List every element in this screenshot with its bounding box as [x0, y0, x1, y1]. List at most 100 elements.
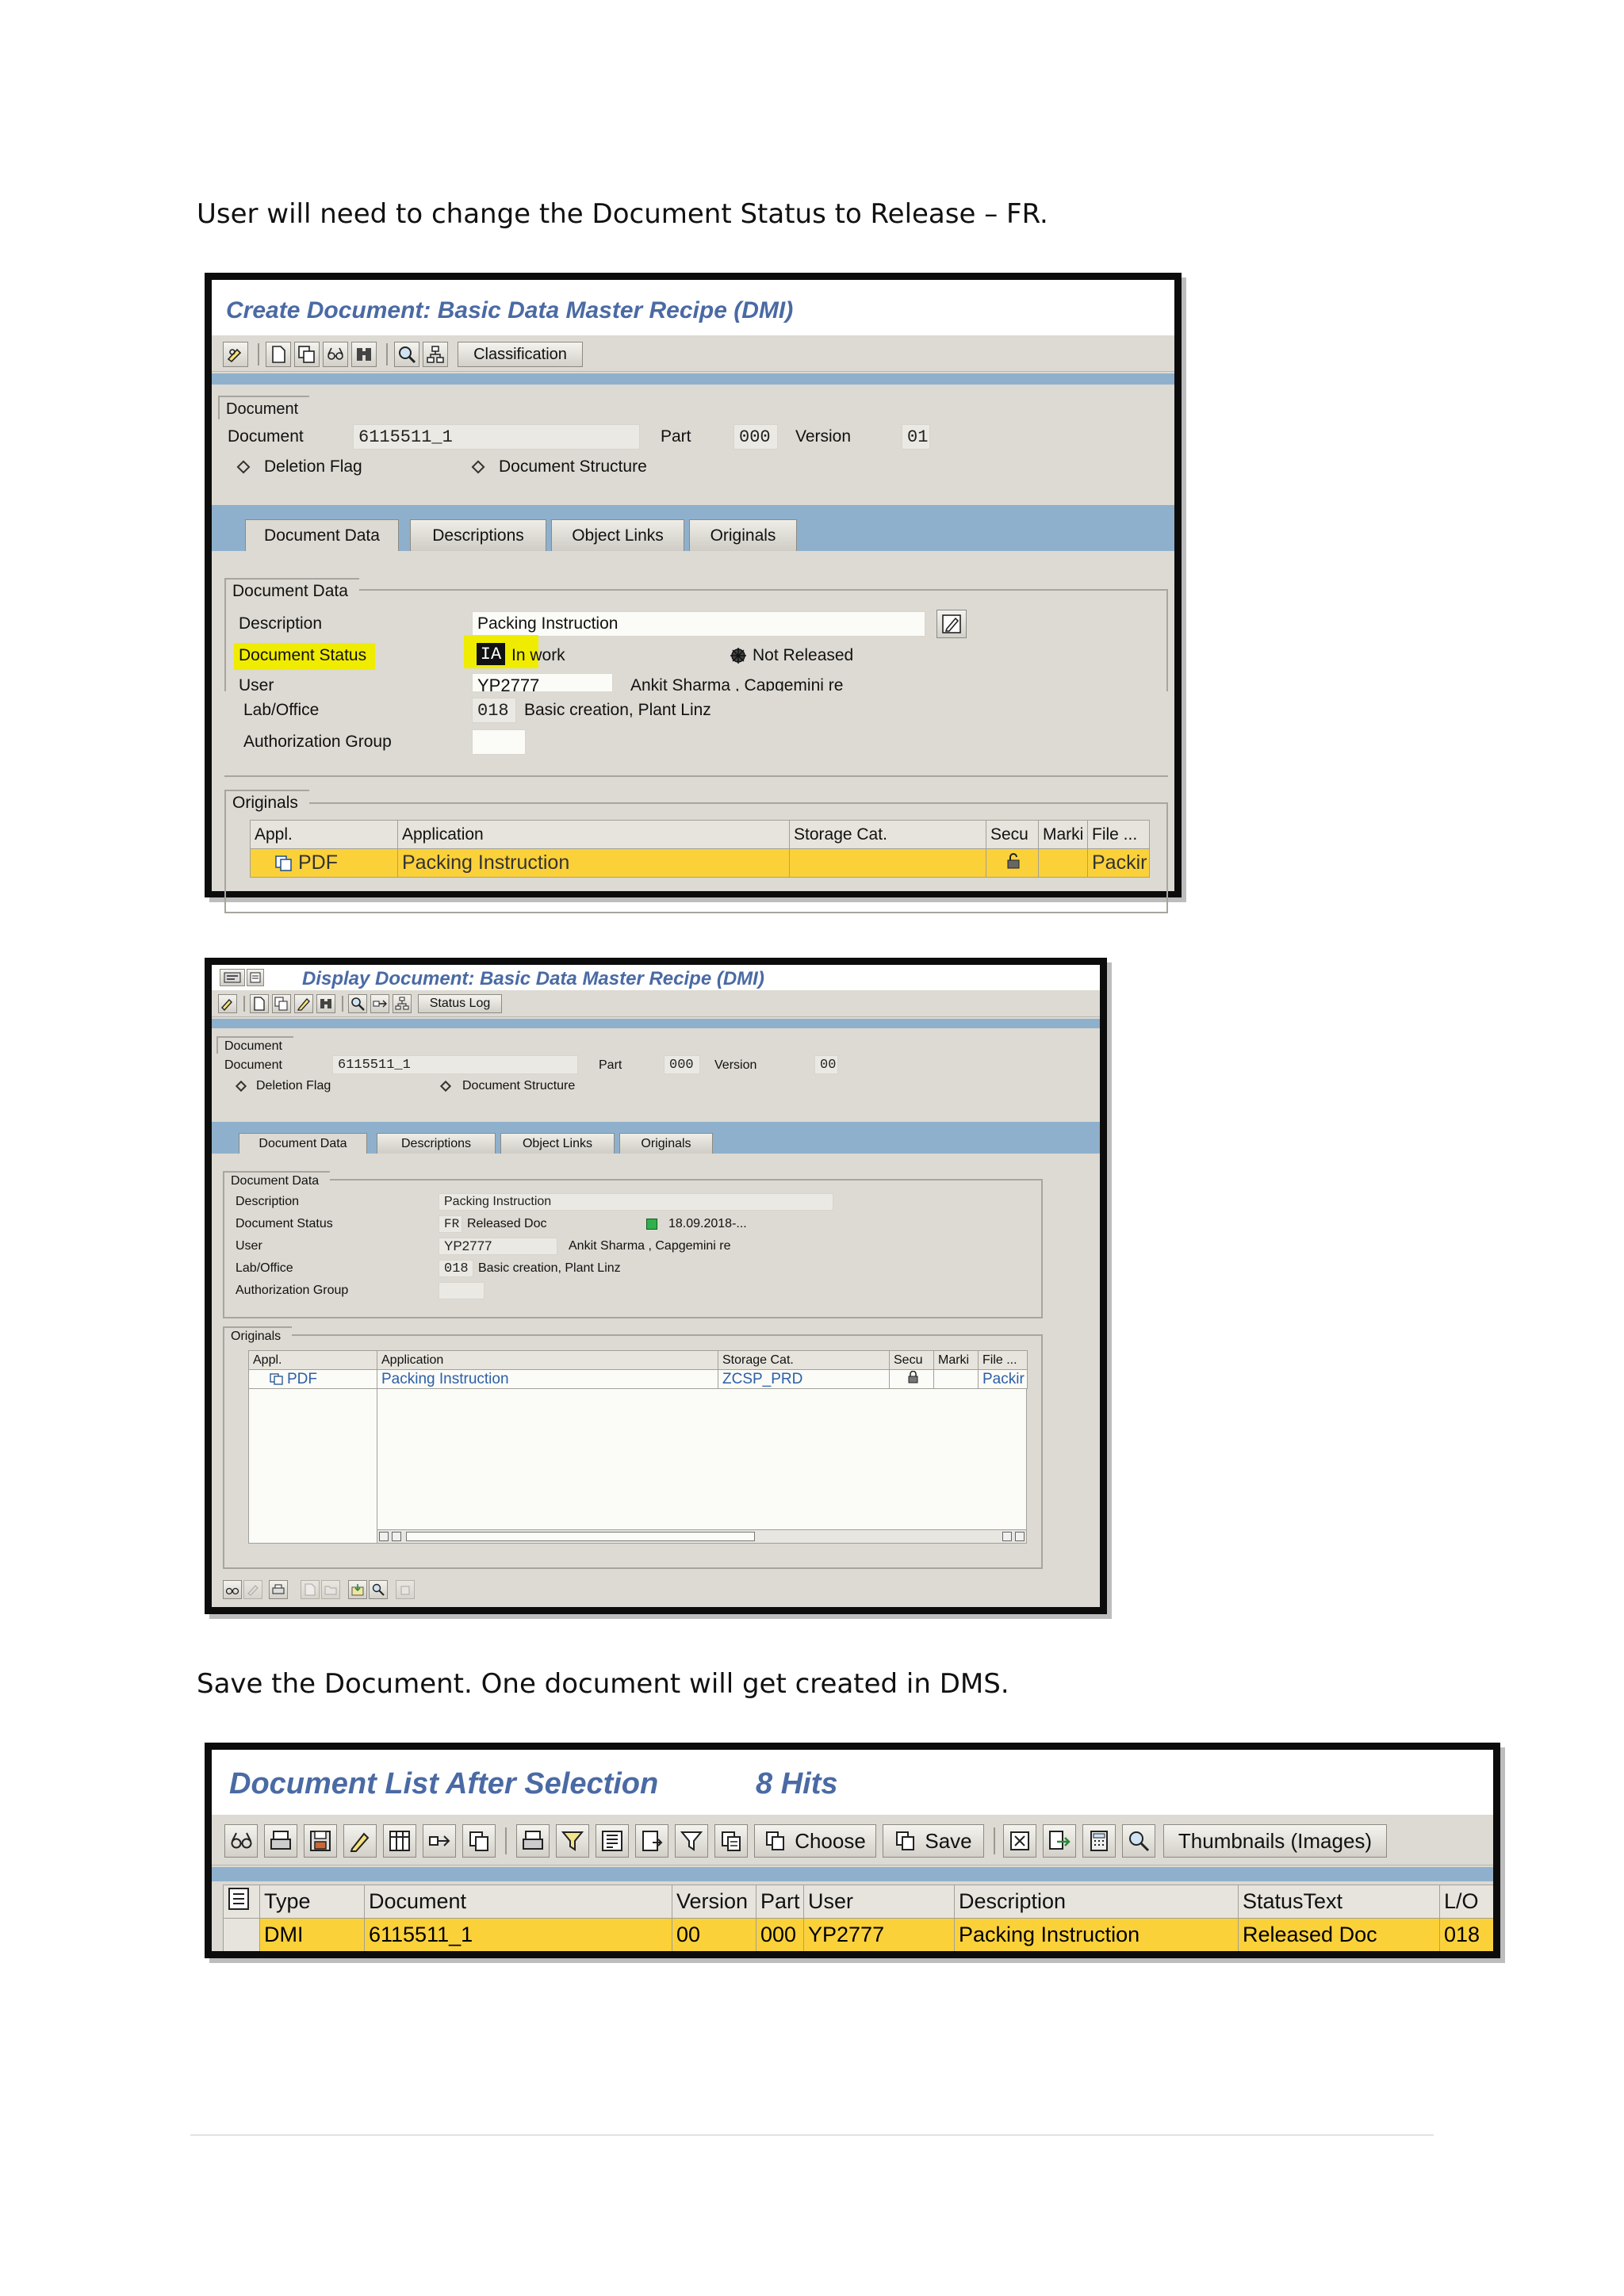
- save-label: Save: [925, 1828, 972, 1853]
- originals-print-button[interactable]: [269, 1580, 288, 1599]
- version-label: Version: [795, 427, 852, 446]
- export-icon: [642, 1831, 663, 1851]
- lock-icon: [1007, 852, 1020, 868]
- display-button[interactable]: [323, 342, 348, 367]
- layout-button[interactable]: [383, 1824, 416, 1858]
- scroll-page-right-button[interactable]: [1015, 1532, 1025, 1541]
- set-filter-button[interactable]: [675, 1824, 708, 1858]
- originals-display-button[interactable]: [223, 1580, 242, 1599]
- version-field: 00: [814, 1055, 838, 1074]
- tab-descriptions[interactable]: Descriptions: [410, 519, 546, 551]
- window-menu-button[interactable]: [220, 969, 245, 986]
- local-file-button[interactable]: [1043, 1824, 1076, 1858]
- originals-section-title: Originals: [223, 1326, 293, 1344]
- magnifier-icon: [372, 1583, 385, 1596]
- deletion-flag-link[interactable]: Deletion Flag: [264, 457, 362, 476]
- scroll-right-button[interactable]: [392, 1532, 401, 1541]
- save-button[interactable]: Save: [883, 1824, 984, 1858]
- search-button[interactable]: [394, 342, 419, 367]
- tab-document-data[interactable]: Document Data: [245, 519, 399, 551]
- description-input[interactable]: Packing Instruction: [472, 611, 925, 637]
- change-button[interactable]: [294, 994, 313, 1013]
- table-row[interactable]: PDF Packing Instruction ZCSP_PRD Packir: [248, 1369, 1028, 1389]
- status-code-field[interactable]: IA: [477, 643, 505, 665]
- col-document: Document: [364, 1885, 672, 1919]
- magnifier-icon: [1129, 1831, 1150, 1852]
- table-row[interactable]: PDF Packing Instruction Packir: [250, 848, 1150, 878]
- originals-edit-button[interactable]: [243, 1580, 262, 1599]
- hierarchy-button[interactable]: [393, 994, 412, 1013]
- display-button[interactable]: [224, 1824, 258, 1858]
- find-button[interactable]: [316, 994, 335, 1013]
- new-document-button[interactable]: [250, 994, 269, 1013]
- save-copy-icon: [896, 1831, 915, 1850]
- authorization-group-input[interactable]: [472, 729, 526, 755]
- classification-button[interactable]: Classification: [458, 342, 583, 367]
- print-button[interactable]: [264, 1824, 297, 1858]
- select-layout-button[interactable]: [714, 1824, 748, 1858]
- original-file: Packir: [1087, 848, 1150, 878]
- instruction-save-document: Save the Document. One document will get…: [197, 1668, 1009, 1700]
- export-button[interactable]: [635, 1824, 668, 1858]
- copy-button[interactable]: [272, 994, 291, 1013]
- cell-version: 00: [672, 1918, 756, 1951]
- status-log-button[interactable]: Status Log: [418, 994, 502, 1013]
- calculator-button[interactable]: [1082, 1824, 1116, 1858]
- new-document-button[interactable]: [266, 342, 291, 367]
- find-button[interactable]: [351, 342, 377, 367]
- user-field: YP2777: [439, 1238, 557, 1255]
- print-preview-button[interactable]: [516, 1824, 550, 1858]
- deletion-flag-link[interactable]: Deletion Flag: [256, 1079, 331, 1093]
- description-label: Description: [236, 1195, 300, 1208]
- search-button[interactable]: [1122, 1824, 1155, 1858]
- new-page-icon: [254, 997, 265, 1011]
- originals-new-button[interactable]: [301, 1580, 320, 1599]
- horizontal-scrollbar[interactable]: [377, 1529, 1027, 1544]
- edit-text-button[interactable]: [936, 610, 967, 638]
- display-change-button[interactable]: [218, 994, 237, 1013]
- description-field: Packing Instruction: [439, 1193, 833, 1211]
- tab-object-links[interactable]: Object Links: [551, 519, 684, 551]
- totals-button[interactable]: [596, 1824, 629, 1858]
- display-change-button[interactable]: [223, 342, 248, 367]
- originals-section-title: Originals: [224, 790, 309, 813]
- select-all-icon[interactable]: [227, 1886, 252, 1911]
- document-structure-link[interactable]: Document Structure: [462, 1079, 575, 1093]
- original-application: Packing Instruction: [377, 1369, 718, 1389]
- originals-checkin-button[interactable]: [348, 1580, 367, 1599]
- tab-descriptions[interactable]: Descriptions: [377, 1133, 496, 1154]
- table-row[interactable]: DMI 6115511_1 00 000 YP2777 Packing Inst…: [223, 1918, 1493, 1951]
- copy-button[interactable]: [462, 1824, 496, 1858]
- col-storage-cat: Storage Cat.: [718, 1350, 890, 1370]
- originals-search-button[interactable]: [369, 1580, 388, 1599]
- document-data-section-title: Document Data: [224, 578, 359, 602]
- navigate-button[interactable]: [423, 1824, 456, 1858]
- tab-object-links[interactable]: Object Links: [500, 1133, 615, 1154]
- scroll-page-left-button[interactable]: [1002, 1532, 1012, 1541]
- scroll-thumb[interactable]: [406, 1532, 755, 1541]
- row-selector[interactable]: [223, 1918, 260, 1951]
- change-button[interactable]: [343, 1824, 377, 1858]
- search-button[interactable]: [348, 994, 367, 1013]
- export-spreadsheet-button[interactable]: [1003, 1824, 1036, 1858]
- document-structure-link[interactable]: Document Structure: [499, 457, 647, 476]
- hierarchy-button[interactable]: [423, 342, 448, 367]
- window-list-button[interactable]: [247, 969, 264, 986]
- document-section-title: Document: [216, 1036, 293, 1054]
- col-part: Part: [756, 1885, 804, 1919]
- thumbnails-button[interactable]: Thumbnails (Images): [1163, 1824, 1387, 1858]
- filter-button[interactable]: [556, 1824, 589, 1858]
- lab-office-text: Basic creation, Plant Linz: [478, 1261, 621, 1275]
- originals-open-button[interactable]: [321, 1580, 340, 1599]
- tab-originals[interactable]: Originals: [689, 519, 797, 551]
- tab-document-data[interactable]: Document Data: [239, 1133, 367, 1154]
- printer-icon: [270, 1831, 291, 1850]
- choose-button[interactable]: Choose: [754, 1824, 876, 1858]
- copy-button[interactable]: [294, 342, 320, 367]
- navigate-button[interactable]: [370, 994, 389, 1013]
- save-list-button[interactable]: [304, 1824, 337, 1858]
- tab-originals[interactable]: Originals: [619, 1133, 713, 1154]
- scroll-left-button[interactable]: [379, 1532, 389, 1541]
- deletion-flag-diamond-icon: [235, 1080, 247, 1093]
- originals-delete-button[interactable]: [396, 1580, 415, 1599]
